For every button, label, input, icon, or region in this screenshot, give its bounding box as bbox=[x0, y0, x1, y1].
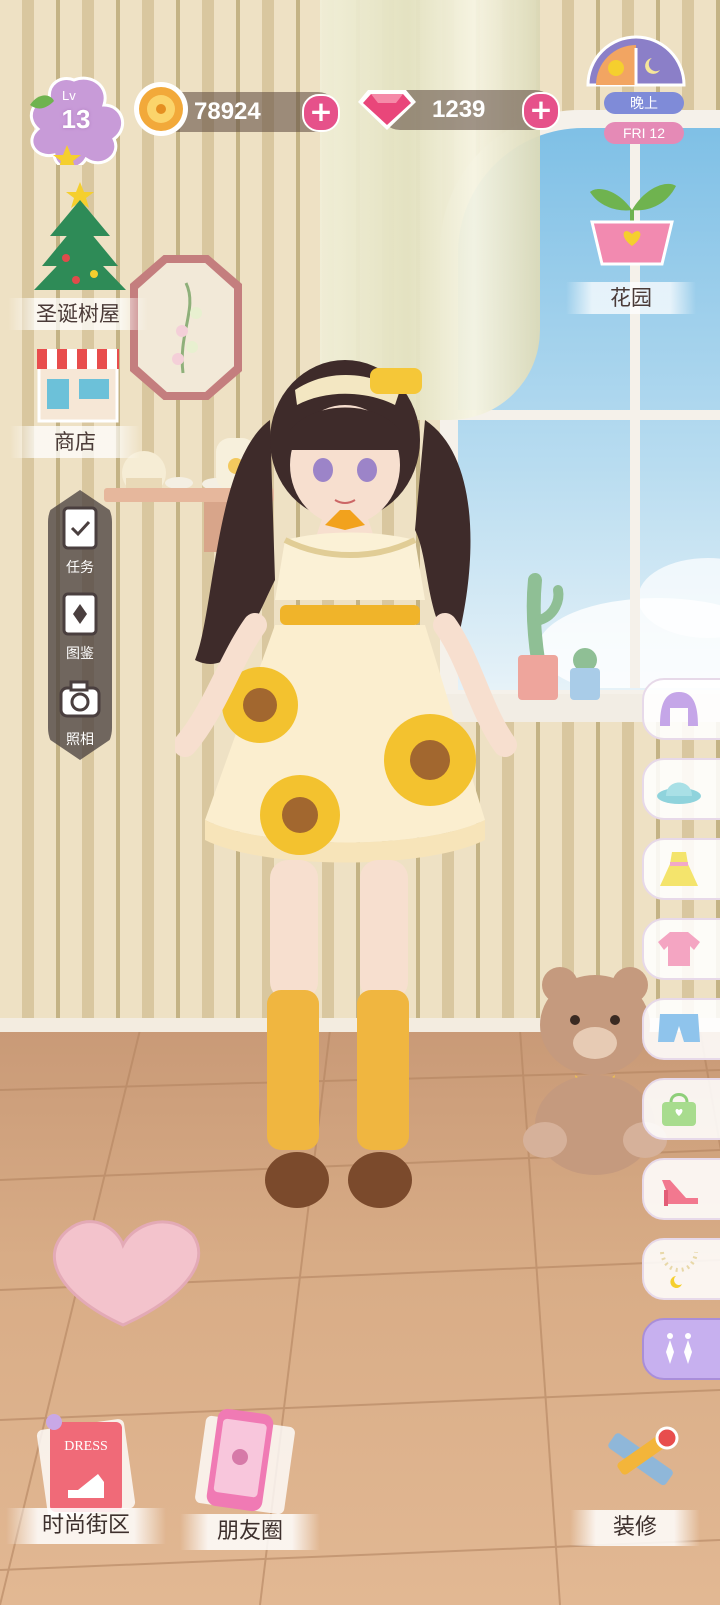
catalog-button[interactable]: 图鉴 bbox=[48, 590, 112, 663]
camera-icon bbox=[59, 680, 101, 718]
garden-label[interactable]: 花园 bbox=[566, 282, 696, 314]
photo-button[interactable]: 照相 bbox=[48, 676, 112, 749]
catalog-label: 图鉴 bbox=[66, 646, 94, 662]
garden-plant-icon[interactable] bbox=[578, 150, 686, 270]
category-tab-hat[interactable] bbox=[642, 758, 720, 820]
add-gold-button[interactable]: + bbox=[302, 94, 340, 132]
hair-icon bbox=[660, 692, 698, 726]
christmas-house-label[interactable]: 圣诞树屋 bbox=[8, 298, 148, 330]
teddy-bear bbox=[523, 967, 667, 1175]
gem-icon bbox=[358, 90, 416, 130]
gold-coin-icon bbox=[134, 82, 188, 136]
high-heel-icon bbox=[662, 1180, 698, 1206]
heart-pillow bbox=[52, 1220, 200, 1327]
gold-value: 78924 bbox=[194, 98, 261, 125]
gem-value: 1239 bbox=[432, 96, 486, 123]
tasks-button[interactable]: 任务 bbox=[48, 504, 112, 577]
friends-label[interactable]: 朋友圈 bbox=[180, 1514, 320, 1550]
player-character[interactable] bbox=[175, 360, 525, 1240]
category-tab-dress[interactable] bbox=[642, 838, 720, 900]
bag-icon bbox=[662, 1093, 696, 1126]
tasks-label: 任务 bbox=[66, 560, 94, 576]
add-gems-button[interactable]: + bbox=[522, 92, 560, 130]
category-tab-top[interactable] bbox=[642, 918, 720, 980]
category-tab-earrings[interactable] bbox=[642, 1318, 720, 1380]
game-room-scene: Lv 13 78924 + 1239 + 晚上 FRI 12 圣诞树屋 商店 花… bbox=[0, 0, 720, 1605]
dress-card-text: DRESS bbox=[64, 1439, 108, 1454]
shorts-icon bbox=[658, 1014, 700, 1042]
level-number: 13 bbox=[61, 104, 91, 134]
category-tab-necklace[interactable] bbox=[642, 1238, 720, 1300]
hat-icon bbox=[657, 782, 701, 804]
fashion-street-label[interactable]: 时尚街区 bbox=[6, 1508, 166, 1544]
fashion-street-dress-card-icon[interactable]: DRESS bbox=[28, 1412, 144, 1520]
decorate-label[interactable]: 装修 bbox=[570, 1510, 700, 1546]
shop-icon[interactable] bbox=[35, 345, 121, 425]
necklace-icon bbox=[660, 1251, 698, 1288]
shop-label[interactable]: 商店 bbox=[10, 426, 140, 458]
christmas-tree-icon[interactable] bbox=[32, 178, 128, 296]
curtain bbox=[320, 0, 540, 420]
time-of-day-pill: 晚上 bbox=[604, 92, 684, 114]
clipboard-check-icon bbox=[62, 506, 98, 550]
friends-phone-icon[interactable] bbox=[190, 1405, 300, 1517]
dress-icon bbox=[660, 852, 698, 886]
decorate-tools-icon[interactable] bbox=[595, 1420, 695, 1510]
category-tab-shoes[interactable] bbox=[642, 1158, 720, 1220]
category-tab-bag[interactable] bbox=[642, 1078, 720, 1140]
date-pill: FRI 12 bbox=[604, 122, 684, 144]
cactus-pots bbox=[518, 573, 600, 700]
category-tab-bottom[interactable] bbox=[642, 998, 720, 1060]
photo-label: 照相 bbox=[66, 732, 94, 748]
category-tab-hair[interactable] bbox=[642, 678, 720, 740]
level-prefix: Lv bbox=[62, 88, 76, 103]
top-shirt-icon bbox=[658, 932, 700, 966]
catalog-book-icon bbox=[62, 592, 98, 636]
earrings-icon bbox=[666, 1333, 692, 1364]
